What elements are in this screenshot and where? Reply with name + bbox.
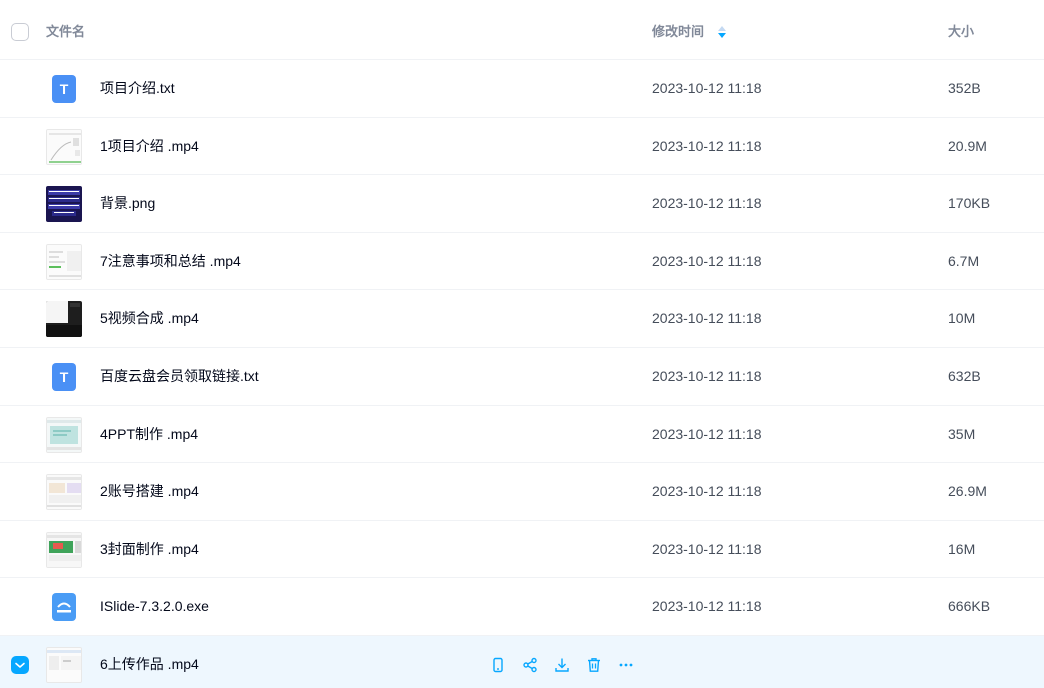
row-checkbox-checked[interactable] [11, 655, 29, 674]
column-time-header[interactable]: 修改时间 [652, 23, 704, 41]
download-icon[interactable] [552, 655, 572, 675]
video-thumbnail [46, 416, 82, 453]
file-row-selected[interactable]: 6上传作品 .mp4 [0, 635, 1044, 688]
file-row[interactable]: 3封面制作 .mp4 2023-10-12 11:18 16M [0, 521, 1044, 579]
file-size: 632B [948, 367, 981, 384]
file-row[interactable]: 1项目介绍 .mp4 2023-10-12 11:18 20.9M [0, 118, 1044, 176]
more-icon[interactable] [616, 655, 636, 675]
file-size: 35M [948, 425, 976, 442]
trash-icon[interactable] [584, 655, 604, 675]
file-name[interactable]: 7注意事项和总结 .mp4 [100, 233, 241, 290]
file-list: T 项目介绍.txt 2023-10-12 11:18 352B 1项目介绍 .… [0, 60, 1044, 688]
select-all-checkbox[interactable] [11, 23, 29, 41]
file-row[interactable]: 7注意事项和总结 .mp4 2023-10-12 11:18 6.7M [0, 233, 1044, 291]
file-row[interactable]: 4PPT制作 .mp4 2023-10-12 11:18 35M [0, 406, 1044, 464]
file-time: 2023-10-12 11:18 [652, 195, 762, 212]
file-name[interactable]: 项目介绍.txt [100, 60, 175, 117]
svg-text:T: T [60, 81, 69, 97]
file-size: 352B [948, 80, 981, 96]
file-size: 16M [948, 540, 976, 557]
txt-file-icon: T [46, 359, 82, 395]
video-thumbnail [46, 301, 82, 338]
exe-file-icon [46, 589, 82, 625]
file-row[interactable]: T 项目介绍.txt 2023-10-12 11:18 352B [0, 60, 1044, 118]
file-name[interactable]: 2账号搭建 .mp4 [100, 463, 199, 520]
file-time: 2023-10-12 11:18 [652, 252, 762, 269]
svg-text:T: T [60, 369, 69, 385]
file-time: 2023-10-12 11:18 [652, 540, 762, 557]
txt-file-icon: T [46, 71, 82, 107]
file-name[interactable]: 6上传作品 .mp4 [100, 636, 199, 688]
file-size: 26.9M [948, 483, 987, 500]
column-name-header[interactable]: 文件名 [46, 23, 85, 41]
video-thumbnail [46, 474, 82, 511]
phone-icon[interactable] [488, 655, 508, 675]
file-name[interactable]: 3封面制作 .mp4 [100, 521, 199, 578]
file-size: 666KB [948, 598, 991, 615]
video-thumbnail [46, 531, 82, 568]
video-thumbnail [46, 243, 82, 280]
file-time: 2023-10-12 11:18 [652, 137, 762, 154]
file-size: 10M [948, 310, 976, 327]
file-name[interactable]: 5视频合成 .mp4 [100, 290, 199, 347]
file-time: 2023-10-12 11:18 [652, 425, 762, 442]
file-time: 2023-10-12 11:18 [652, 598, 762, 615]
video-thumbnail [46, 646, 82, 683]
file-time: 2023-10-12 11:18 [652, 367, 762, 384]
file-name[interactable]: ISlide-7.3.2.0.exe [100, 578, 209, 635]
video-thumbnail [46, 128, 82, 165]
file-name[interactable]: 4PPT制作 .mp4 [100, 406, 198, 463]
file-row[interactable]: 2账号搭建 .mp4 2023-10-12 11:18 26.9M [0, 463, 1044, 521]
file-name[interactable]: 背景.png [100, 175, 155, 232]
file-list-header: 文件名 修改时间 大小 [0, 0, 1044, 60]
file-time: 2023-10-12 11:18 [652, 310, 762, 327]
check-icon [15, 662, 25, 668]
file-size: 20.9M [948, 137, 987, 154]
file-time: 2023-10-12 11:18 [652, 80, 762, 96]
file-time: 2023-10-12 11:18 [652, 483, 762, 500]
column-size-header[interactable]: 大小 [948, 23, 974, 41]
file-name[interactable]: 1项目介绍 .mp4 [100, 118, 199, 175]
sort-icon[interactable] [716, 24, 728, 40]
file-row[interactable]: 5视频合成 .mp4 2023-10-12 11:18 10M [0, 290, 1044, 348]
row-actions [488, 655, 636, 675]
image-thumbnail [46, 186, 82, 223]
file-row[interactable]: ISlide-7.3.2.0.exe 2023-10-12 11:18 666K… [0, 578, 1044, 636]
file-row[interactable]: T 百度云盘会员领取链接.txt 2023-10-12 11:18 632B [0, 348, 1044, 406]
file-row[interactable]: 背景.png 2023-10-12 11:18 170KB [0, 175, 1044, 233]
file-name[interactable]: 百度云盘会员领取链接.txt [100, 348, 259, 405]
file-size: 170KB [948, 195, 991, 212]
share-icon[interactable] [520, 655, 540, 675]
file-size: 6.7M [948, 252, 980, 269]
